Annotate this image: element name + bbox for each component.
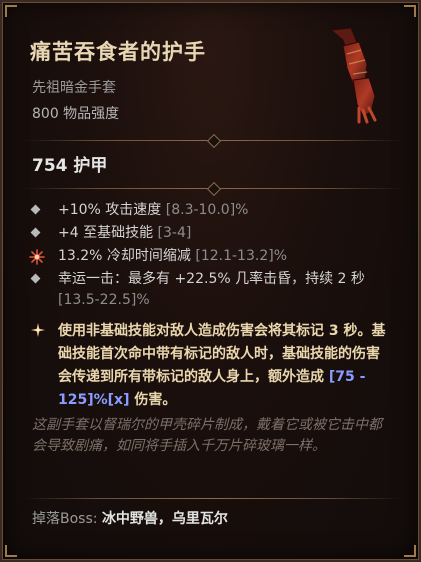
affix-range: [13.5-22.5]% (58, 292, 150, 308)
boss-drop: 掉落Boss: 冰中野兽，乌里瓦尔 (32, 508, 228, 528)
divider-gem-icon (206, 133, 221, 149)
affix-text: 13.2% 冷却时间缩减 (58, 248, 196, 264)
affix-text: 幸运一击：最多有 +22.5% 几率击昏，持续 2 秒 (58, 271, 365, 287)
affix-line: +4 至基础技能 [3-4] (30, 223, 392, 244)
boss-names: 冰中野兽，乌里瓦尔 (101, 511, 228, 527)
tempered-affix-icon (29, 249, 45, 265)
section-divider (24, 492, 401, 506)
affix-bullet-icon (30, 227, 41, 238)
affix-bullet-icon (30, 204, 41, 215)
unique-aspect-star-icon (31, 323, 45, 337)
item-type: 先祖暗金手套 (32, 80, 116, 96)
frame-corner (5, 545, 17, 557)
frame-corner (404, 5, 416, 17)
affix-line: +10% 攻击速度 [8.3-10.0]% (30, 200, 392, 221)
item-name: 痛苦吞食者的护手 (30, 40, 206, 64)
affix-line-tempered: 13.2% 冷却时间缩减 [12.1-13.2]% (29, 246, 392, 267)
item-power: 800 物品强度 (32, 106, 120, 122)
affix-bullet-icon (30, 273, 41, 284)
affix-text: +10% 攻击速度 (58, 202, 166, 218)
unique-gloves-icon (329, 27, 377, 124)
divider-gem-icon (206, 181, 221, 197)
frame-corner (5, 5, 17, 17)
affix-range: [12.1-13.2]% (195, 248, 287, 264)
section-divider (24, 181, 401, 197)
affix-line: 幸运一击：最多有 +22.5% 几率击昏，持续 2 秒 [13.5-22.5]% (30, 269, 392, 313)
affix-text: +4 至基础技能 (58, 225, 158, 241)
affix-range: [8.3-10.0]% (165, 202, 249, 218)
flavor-text: 这副手套以督瑞尔的甲壳碎片制成，戴着它或被它击中都会导致剧痛，如同将手插入千万片… (32, 417, 382, 454)
affix-range: [3-4] (157, 225, 192, 241)
aspect-text-end: 伤害。 (129, 392, 177, 408)
armor-value: 754 护甲 (32, 156, 108, 176)
boss-label: 掉落Boss: (32, 511, 102, 527)
section-divider (24, 133, 401, 149)
item-tooltip: 痛苦吞食者的护手 先祖暗金手套 800 物品强度 754 护甲 +10% 攻击速… (0, 0, 421, 562)
frame-corner (404, 545, 416, 557)
